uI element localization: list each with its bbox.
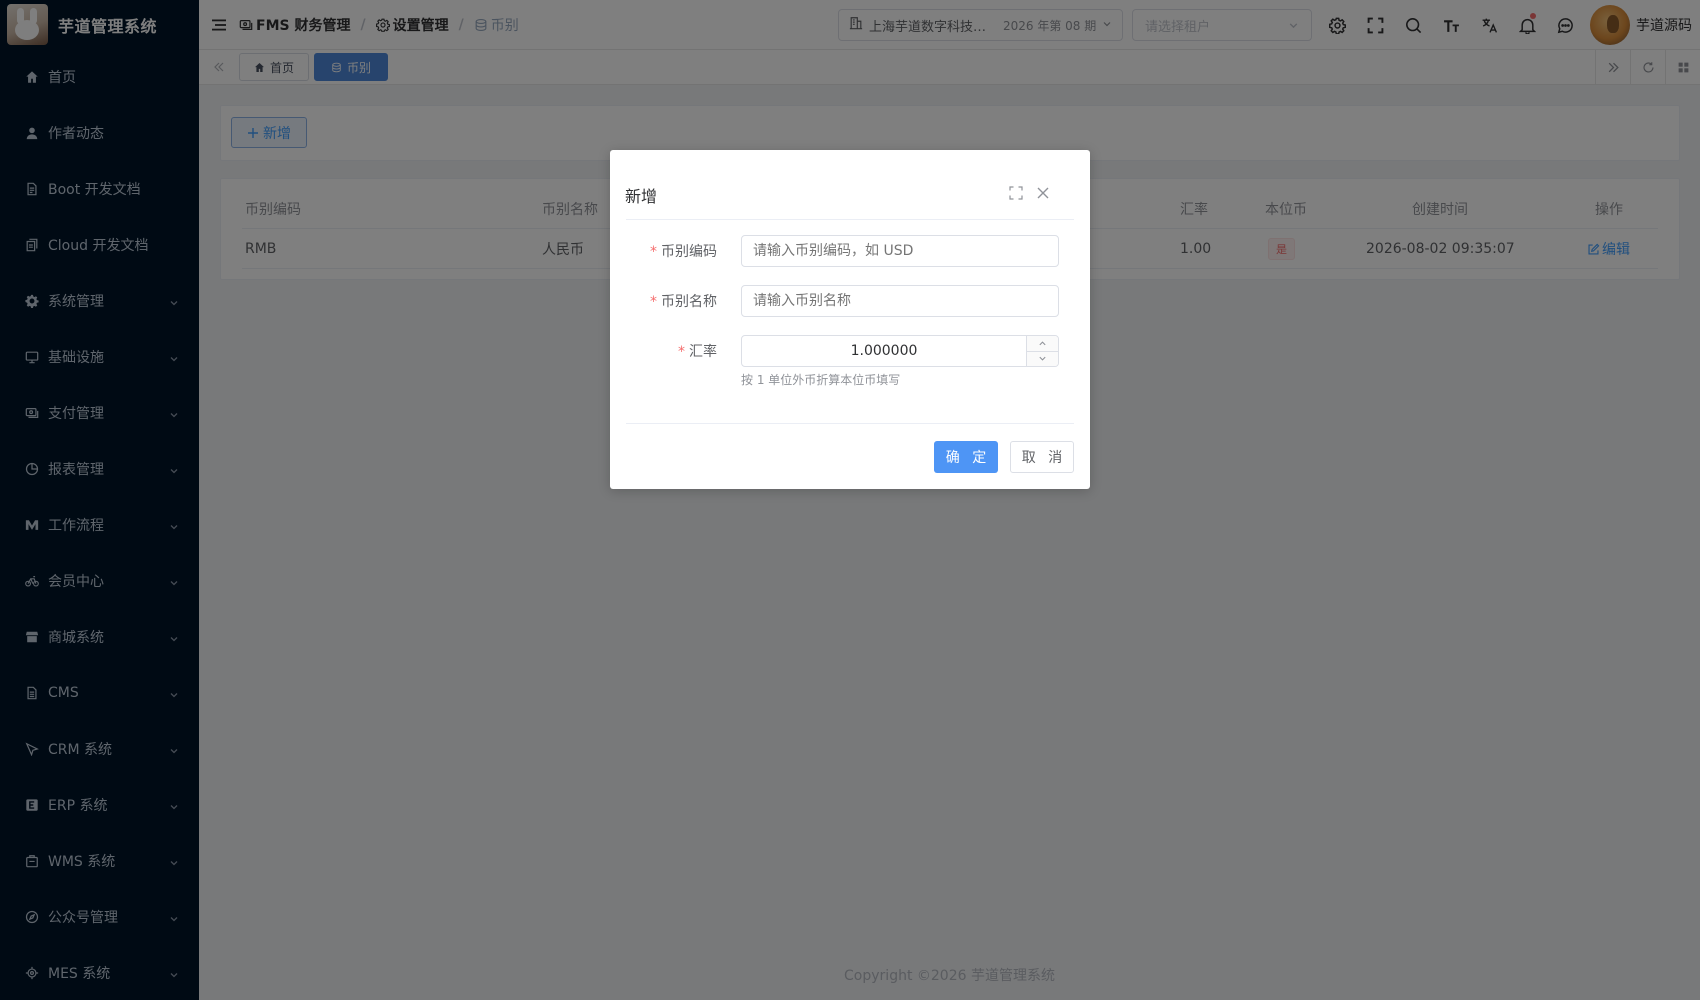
fullscreen-icon[interactable] — [1009, 186, 1023, 200]
currency-name-input[interactable] — [741, 285, 1059, 317]
rate-value[interactable]: 1.000000 — [742, 336, 1026, 366]
increase-icon[interactable] — [1027, 336, 1058, 352]
confirm-button[interactable]: 确 定 — [934, 441, 998, 473]
close-icon[interactable] — [1036, 186, 1050, 200]
form-row-rate: * 汇率 1.000000 — [610, 335, 1090, 367]
rate-label: * 汇率 — [678, 344, 717, 360]
name-label: * 币别名称 — [650, 294, 717, 310]
dialog-footer-divider — [626, 423, 1074, 424]
currency-code-input[interactable] — [741, 235, 1059, 267]
form-row-name: * 币别名称 — [610, 285, 1090, 317]
cancel-button[interactable]: 取 消 — [1010, 441, 1074, 473]
form-row-code: * 币别编码 — [610, 235, 1090, 267]
exchange-rate-stepper[interactable]: 1.000000 — [741, 335, 1059, 367]
dialog-header — [626, 150, 1074, 220]
rate-tip: 按 1 单位外币折算本位币填写 — [741, 373, 901, 387]
code-label: * 币别编码 — [650, 244, 717, 260]
decrease-icon[interactable] — [1027, 352, 1058, 367]
dialog-title: 新增 — [625, 187, 658, 206]
add-currency-dialog: 新增 *币别编码 *币别名称 *汇率 1.000000 按 1 单位外币折算本位… — [610, 150, 1090, 489]
